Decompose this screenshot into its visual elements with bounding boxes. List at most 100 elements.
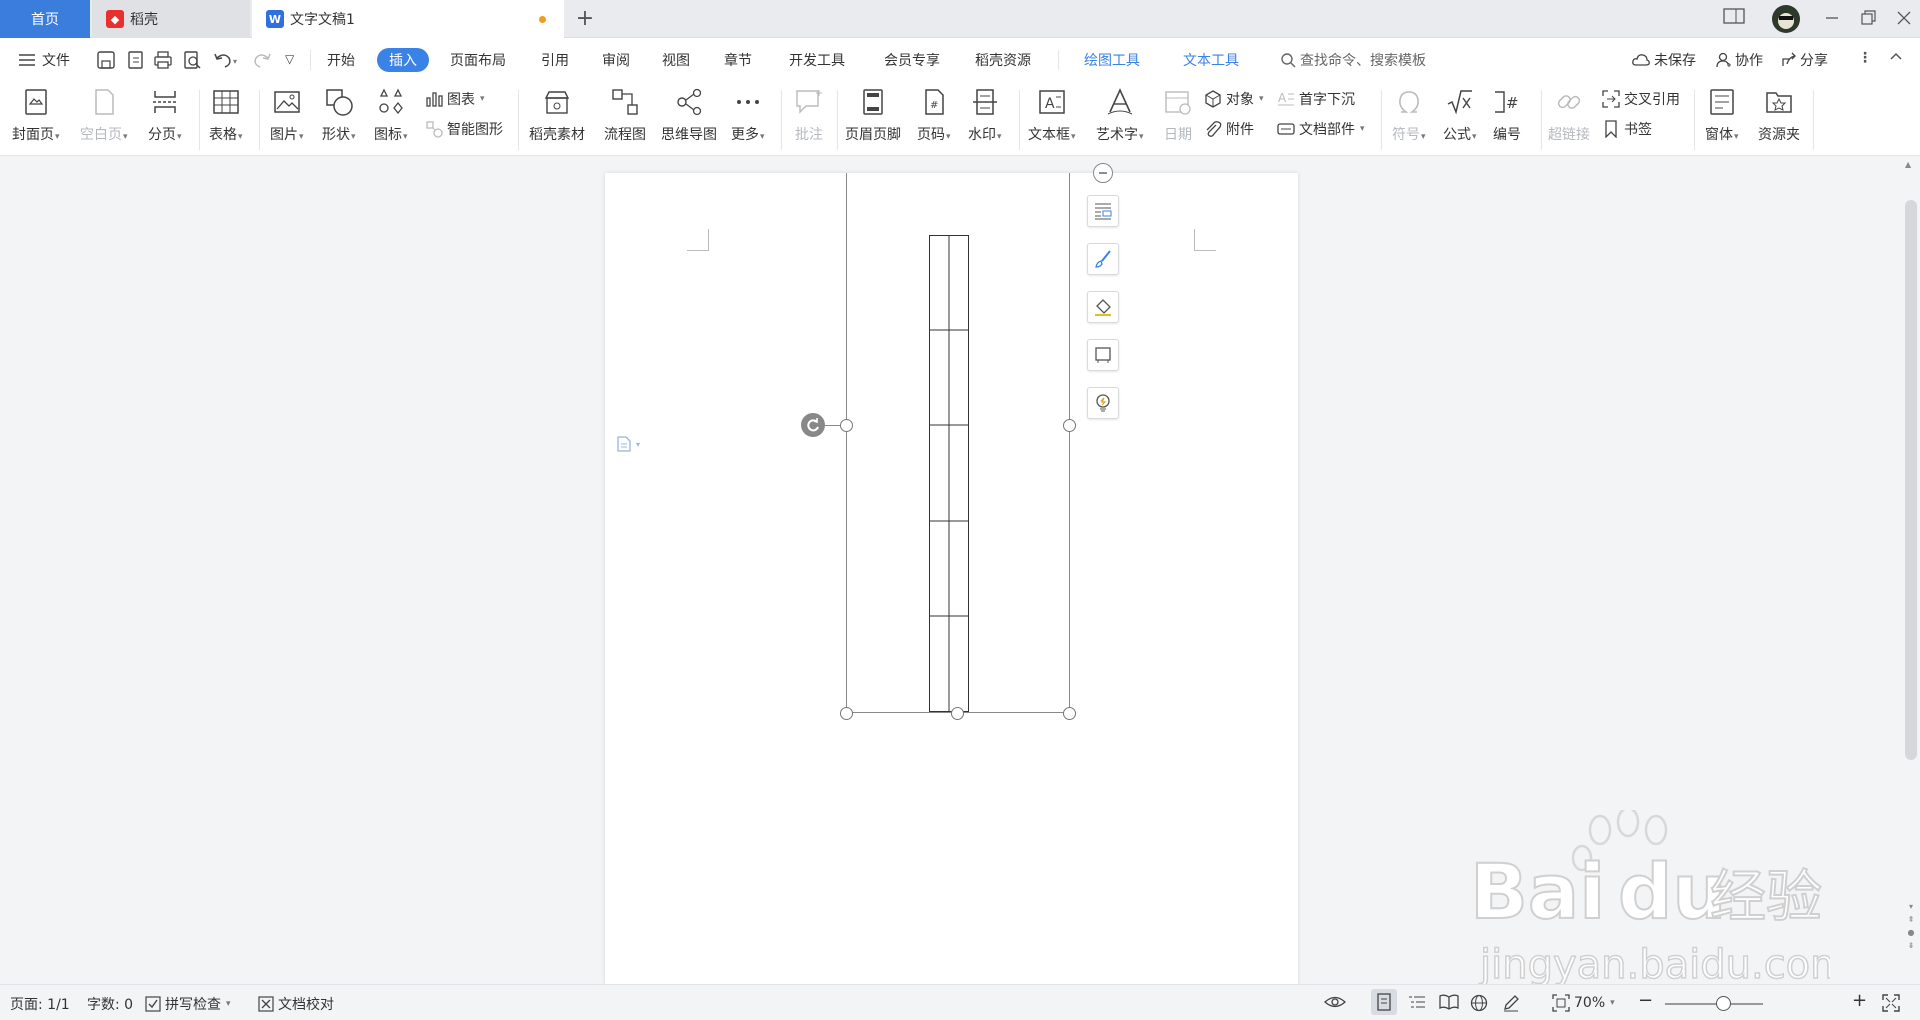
customize-qa-icon[interactable]: ▽	[285, 52, 294, 66]
symbol-button[interactable]: 符号▾	[1392, 86, 1426, 144]
form-button[interactable]: 窗体▾	[1705, 86, 1739, 144]
table-button[interactable]: 表格▾	[209, 86, 243, 144]
scrollbar-thumb[interactable]	[1905, 200, 1917, 760]
restore-icon[interactable]	[1856, 8, 1880, 32]
window-layout-icon[interactable]	[1722, 6, 1746, 30]
smart-tips-button[interactable]	[1087, 387, 1119, 419]
cross-ref-button[interactable]: 交叉引用	[1602, 89, 1680, 109]
shape-button[interactable]: 形状▾	[322, 86, 356, 144]
shape-effects-button[interactable]	[1087, 339, 1119, 371]
cover-page-button[interactable]: 封面页▾	[12, 86, 60, 144]
doc-proofread-button[interactable]: 文档校对	[258, 994, 334, 1014]
outline-view-icon[interactable]	[1408, 994, 1426, 1010]
comment-button[interactable]: 批注	[794, 86, 824, 144]
wordart-button[interactable]: 艺术字▾	[1096, 86, 1144, 144]
date-button[interactable]: 日期	[1163, 86, 1193, 144]
resize-handle-bottom-right[interactable]	[1063, 707, 1076, 720]
menu-review[interactable]: 审阅	[602, 50, 630, 70]
menu-member[interactable]: 会员专享	[884, 50, 940, 70]
textbox-button[interactable]: A 文本框▾	[1028, 86, 1076, 144]
dropcap-button[interactable]: A 首字下沉	[1277, 89, 1355, 109]
print-icon[interactable]	[153, 50, 173, 75]
formula-button[interactable]: 公式▾	[1443, 86, 1477, 144]
doc-parts-button[interactable]: 文档部件 ▾	[1277, 119, 1365, 139]
picture-button[interactable]: 图片▾	[270, 86, 304, 144]
fullscreen-icon[interactable]	[1882, 994, 1900, 1012]
eye-protection-icon[interactable]	[1324, 994, 1346, 1010]
text-wrap-layout-button[interactable]	[1087, 195, 1119, 227]
redo-icon[interactable]	[253, 50, 273, 75]
page-indicator[interactable]: 页面: 1/1	[10, 994, 70, 1014]
chart-button[interactable]: 图表 ▾	[425, 89, 485, 109]
blank-page-button[interactable]: 空白页▾	[80, 86, 128, 144]
more-button[interactable]: 更多▾	[731, 86, 765, 144]
menu-chapter[interactable]: 章节	[724, 50, 752, 70]
numbering-button[interactable]: # 编号	[1492, 86, 1522, 144]
command-search[interactable]: 查找命令、搜索模板	[1280, 50, 1426, 70]
word-count[interactable]: 字数: 0	[87, 994, 133, 1014]
fill-style-button[interactable]	[1087, 291, 1119, 323]
page-number-button[interactable]: # 页码▾	[917, 86, 951, 144]
icon-button[interactable]: 图标▾	[374, 86, 408, 144]
unsaved-button[interactable]: 未保存	[1631, 50, 1696, 70]
avatar[interactable]	[1772, 5, 1800, 33]
close-icon[interactable]	[1892, 8, 1916, 32]
share-button[interactable]: 分享	[1781, 50, 1828, 70]
zoom-in-button[interactable]: +	[1852, 990, 1867, 1011]
outline-style-button[interactable]	[1087, 243, 1119, 275]
hyperlink-button[interactable]: 超链接	[1548, 86, 1590, 144]
undo-icon[interactable]: ▾	[212, 50, 240, 75]
reading-view-icon[interactable]	[1439, 994, 1459, 1010]
attachment-button[interactable]: 附件	[1204, 119, 1254, 139]
menu-insert[interactable]: 插入	[377, 48, 429, 72]
zoom-level-button[interactable]: 70% ▾	[1552, 994, 1615, 1012]
rotate-handle-icon[interactable]	[801, 413, 825, 437]
spell-check-button[interactable]: 拼写检查 ▾	[145, 994, 231, 1014]
watermark-button[interactable]: 水印▾	[968, 86, 1002, 144]
collab-button[interactable]: 协作	[1716, 50, 1763, 70]
scroll-up-icon[interactable]: ▲	[1905, 160, 1911, 169]
tab-document[interactable]: W 文字文稿1	[252, 0, 564, 38]
menu-page-layout[interactable]: 页面布局	[450, 50, 506, 70]
menu-view[interactable]: 视图	[662, 50, 690, 70]
flowchart-button[interactable]: 流程图	[604, 86, 646, 144]
menu-drawing-tools[interactable]: 绘图工具	[1084, 50, 1140, 70]
zoom-out-button[interactable]: −	[1638, 990, 1653, 1011]
print-preview-icon[interactable]	[182, 50, 202, 75]
menu-start[interactable]: 开始	[327, 50, 355, 70]
resource-folder-button[interactable]: 资源夹	[1758, 86, 1800, 144]
header-footer-button[interactable]: 页眉页脚	[845, 86, 901, 144]
mindmap-button[interactable]: 思维导图	[661, 86, 717, 144]
smart-graphic-button[interactable]: 智能图形	[425, 119, 503, 139]
zoom-slider-knob[interactable]	[1716, 996, 1731, 1011]
minimize-icon[interactable]	[1820, 8, 1844, 32]
resize-handle-bottom[interactable]	[951, 707, 964, 720]
resize-handle-left[interactable]	[840, 419, 853, 432]
document-page[interactable]: ▾	[605, 173, 1298, 985]
menu-references[interactable]: 引用	[541, 50, 569, 70]
paragraph-layout-icon[interactable]: ▾	[615, 435, 640, 453]
writing-mode-icon[interactable]	[1502, 994, 1520, 1012]
page-nav-icons[interactable]: ▾ ⇞ ● ⇟	[1905, 900, 1917, 952]
menu-developer[interactable]: 开发工具	[789, 50, 845, 70]
vertical-table[interactable]	[929, 235, 971, 713]
zoom-slider-track[interactable]	[1665, 1003, 1763, 1005]
save-icon[interactable]	[96, 50, 116, 75]
selected-textbox[interactable]	[846, 173, 1070, 713]
file-menu[interactable]: 文件	[18, 50, 70, 70]
collapse-ribbon-icon[interactable]	[1889, 50, 1903, 68]
more-options-icon[interactable]: ⋮	[1858, 50, 1872, 66]
resize-handle-bottom-left[interactable]	[840, 707, 853, 720]
bookmark-button[interactable]: 书签	[1602, 119, 1652, 139]
export-pdf-icon[interactable]	[126, 50, 146, 75]
page-break-button[interactable]: 分页▾	[148, 86, 182, 144]
daoke-material-button[interactable]: 稻壳素材	[529, 86, 585, 144]
tab-daoke[interactable]: ◆ 稻壳	[92, 0, 250, 38]
page-view-icon[interactable]	[1371, 989, 1397, 1015]
menu-daoke-resources[interactable]: 稻壳资源	[975, 50, 1031, 70]
collapse-float-icon[interactable]	[1093, 163, 1113, 183]
new-tab-button[interactable]: +	[572, 6, 598, 31]
menu-text-tools[interactable]: 文本工具	[1183, 50, 1239, 70]
resize-handle-right[interactable]	[1063, 419, 1076, 432]
object-button[interactable]: 对象 ▾	[1204, 89, 1264, 109]
